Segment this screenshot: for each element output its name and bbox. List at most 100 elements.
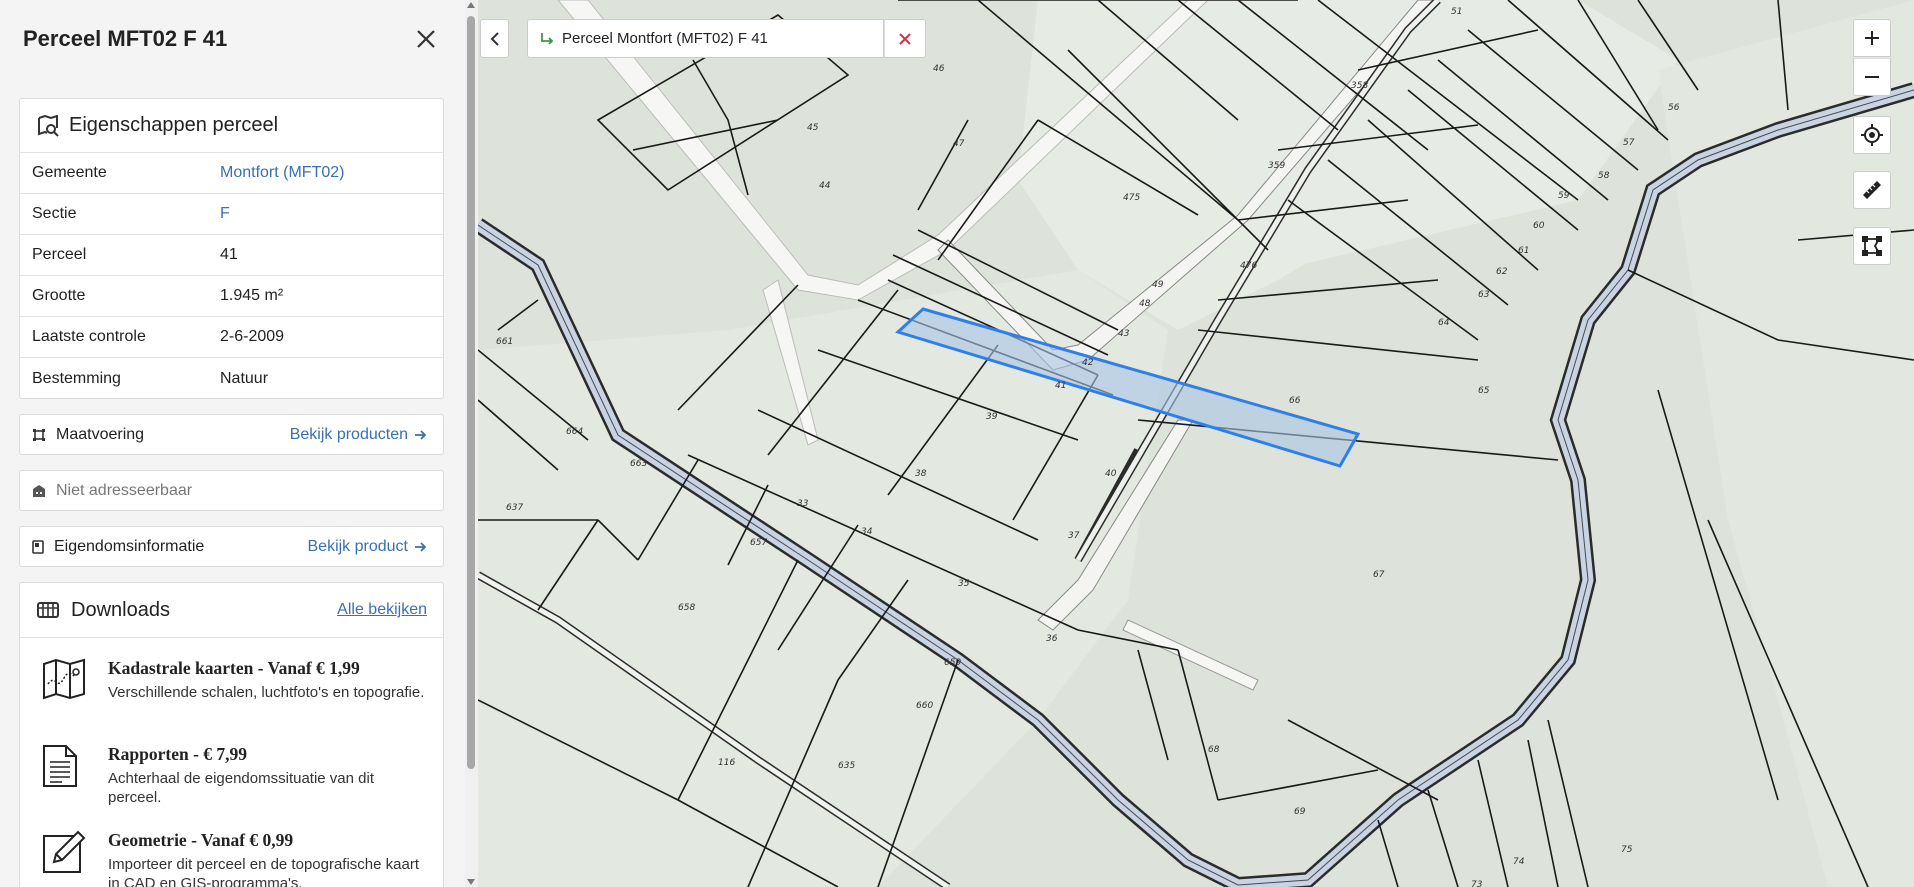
parcel-label: 42 <box>1082 358 1094 368</box>
close-button[interactable] <box>412 25 440 53</box>
download-title: Geometrie - Vanaf € 0,99 <box>108 830 294 850</box>
zoom-out-button[interactable] <box>1853 58 1891 96</box>
alle-bekijken-link[interactable]: Alle bekijken <box>337 601 427 619</box>
parcel-sidebar: Perceel MFT02 F 41 Eigenschappen perceel… <box>0 0 478 887</box>
download-title: Kadastrale kaarten - Vanaf € 1,99 <box>108 658 360 678</box>
download-desc: Achterhaal de eigendomssituatie van dit … <box>108 770 375 806</box>
collapse-sidebar-button[interactable] <box>480 19 509 58</box>
parcel-label: 61 <box>1518 246 1529 256</box>
sidebar-scrollbar[interactable] <box>465 0 478 887</box>
parcel-label: 44 <box>819 181 831 191</box>
close-icon <box>899 32 911 45</box>
parcel-label: 46 <box>933 64 945 74</box>
parcel-label: 660 <box>916 701 933 711</box>
parcel-label: 36 <box>1046 634 1058 644</box>
cadastral-map[interactable]: 51 358 56 57 58 59 60 61 62 63 64 65 66 … <box>478 0 1914 887</box>
download-item-rapporten[interactable]: Rapporten - € 7,99 Achterhaal de eigendo… <box>20 724 443 810</box>
parcel-label: 359 <box>1268 161 1285 171</box>
parcel-label: 74 <box>1513 857 1525 867</box>
download-item-kaarten[interactable]: Kadastrale kaarten - Vanaf € 1,99 Versch… <box>20 638 443 724</box>
maatvoering-label: Maatvoering <box>56 425 145 443</box>
document-icon <box>43 745 77 787</box>
property-row-sectie: Sectie F <box>20 194 443 235</box>
scroll-up-icon[interactable] <box>467 2 475 8</box>
parcel-label: 637 <box>506 503 523 513</box>
map-search-icon <box>38 114 59 137</box>
return-arrow-icon <box>541 32 554 45</box>
parcel-label: 59 <box>1558 191 1570 201</box>
parcel-label: 40 <box>1105 469 1117 479</box>
close-icon <box>417 30 435 48</box>
parcel-label: 476 <box>1240 261 1257 271</box>
parcel-label: 57 <box>1623 138 1635 148</box>
parcel-label: 663 <box>630 459 647 469</box>
pen-icon <box>43 830 86 873</box>
parcel-label: 56 <box>1668 103 1680 113</box>
parcel-label: 475 <box>1123 193 1140 203</box>
parcel-label: 75 <box>1621 845 1633 855</box>
plus-icon <box>1865 31 1879 45</box>
eigendom-label: Eigendomsinformatie <box>54 537 205 555</box>
parcel-label: 659 <box>944 658 961 668</box>
scroll-down-icon[interactable] <box>467 879 475 885</box>
parcel-label: 39 <box>986 412 998 422</box>
eigendom-card: Eigendomsinformatie Bekijk product <box>19 526 444 567</box>
sidebar-header: Perceel MFT02 F 41 <box>0 0 478 78</box>
parcel-label: 51 <box>1451 7 1462 17</box>
breadcrumb: Perceel Montfort (MFT02) F 41 <box>527 19 884 58</box>
parcel-label: 63 <box>1478 290 1490 300</box>
parcel-label: 64 <box>1438 318 1450 328</box>
parcel-label: 33 <box>797 499 809 509</box>
clear-selection-button[interactable] <box>884 19 926 58</box>
parcel-label: 358 <box>1351 81 1368 91</box>
parcel-label: 43 <box>1118 329 1130 339</box>
ruler-icon <box>1863 181 1881 199</box>
parcel-label: 73 <box>1471 880 1483 887</box>
measure-button[interactable] <box>1853 171 1891 209</box>
minus-icon <box>1865 76 1879 78</box>
map-icon <box>43 658 85 700</box>
downloads-icon <box>37 602 59 618</box>
parcel-label: 47 <box>953 139 965 149</box>
download-desc: Verschillende schalen, luchtfoto's en to… <box>108 684 425 701</box>
parcel-label: 38 <box>915 469 927 479</box>
parcel-label: 657 <box>750 538 767 548</box>
properties-heading: Eigenschappen perceel <box>20 99 443 153</box>
download-title: Rapporten - € 7,99 <box>108 744 248 764</box>
parcel-label: 62 <box>1496 267 1508 277</box>
parcel-label: 45 <box>807 123 819 133</box>
download-desc: Importeer dit perceel en de topografisch… <box>108 856 420 887</box>
parcel-label: 658 <box>678 603 695 613</box>
downloads-heading: Downloads Alle bekijken <box>20 583 443 638</box>
property-row-gemeente: Gemeente Montfort (MFT02) <box>20 153 443 194</box>
building-icon <box>33 484 45 497</box>
parcel-label: 49 <box>1152 280 1164 290</box>
property-row-grootte: Grootte 1.945 m² <box>20 276 443 317</box>
zoom-in-button[interactable] <box>1853 19 1891 57</box>
parcel-label: 60 <box>1533 221 1545 231</box>
map-canvas[interactable]: 51 358 56 57 58 59 60 61 62 63 64 65 66 … <box>478 0 1914 887</box>
parcel-label: 58 <box>1598 171 1610 181</box>
bekijk-producten-link[interactable]: Bekijk producten <box>290 426 427 444</box>
scrollbar-thumb[interactable] <box>467 16 475 769</box>
address-card: Niet adresseerbaar <box>19 470 444 511</box>
parcel-label: 41 <box>1055 381 1066 391</box>
sectie-link[interactable]: F <box>220 205 230 223</box>
locate-button[interactable] <box>1853 116 1891 154</box>
book-icon <box>32 539 44 554</box>
parcel-label: 664 <box>566 427 583 437</box>
dimensions-icon <box>33 428 45 441</box>
download-item-geometrie[interactable]: Geometrie - Vanaf € 0,99 Importeer dit p… <box>20 810 443 887</box>
address-label: Niet adresseerbaar <box>56 481 193 499</box>
parcel-label: 66 <box>1289 396 1301 406</box>
bekijk-product-link[interactable]: Bekijk product <box>308 538 428 556</box>
downloads-card: Downloads Alle bekijken Kadastrale kaart… <box>19 582 444 887</box>
parcel-label: 48 <box>1139 299 1151 309</box>
draw-polygon-button[interactable] <box>1853 227 1891 265</box>
parcel-label: 68 <box>1208 745 1220 755</box>
arrow-right-icon <box>415 541 427 552</box>
chevron-left-icon <box>490 31 499 46</box>
gemeente-link[interactable]: Montfort (MFT02) <box>220 164 344 182</box>
parcel-label: 65 <box>1478 386 1490 396</box>
parcel-label: 661 <box>496 337 513 347</box>
